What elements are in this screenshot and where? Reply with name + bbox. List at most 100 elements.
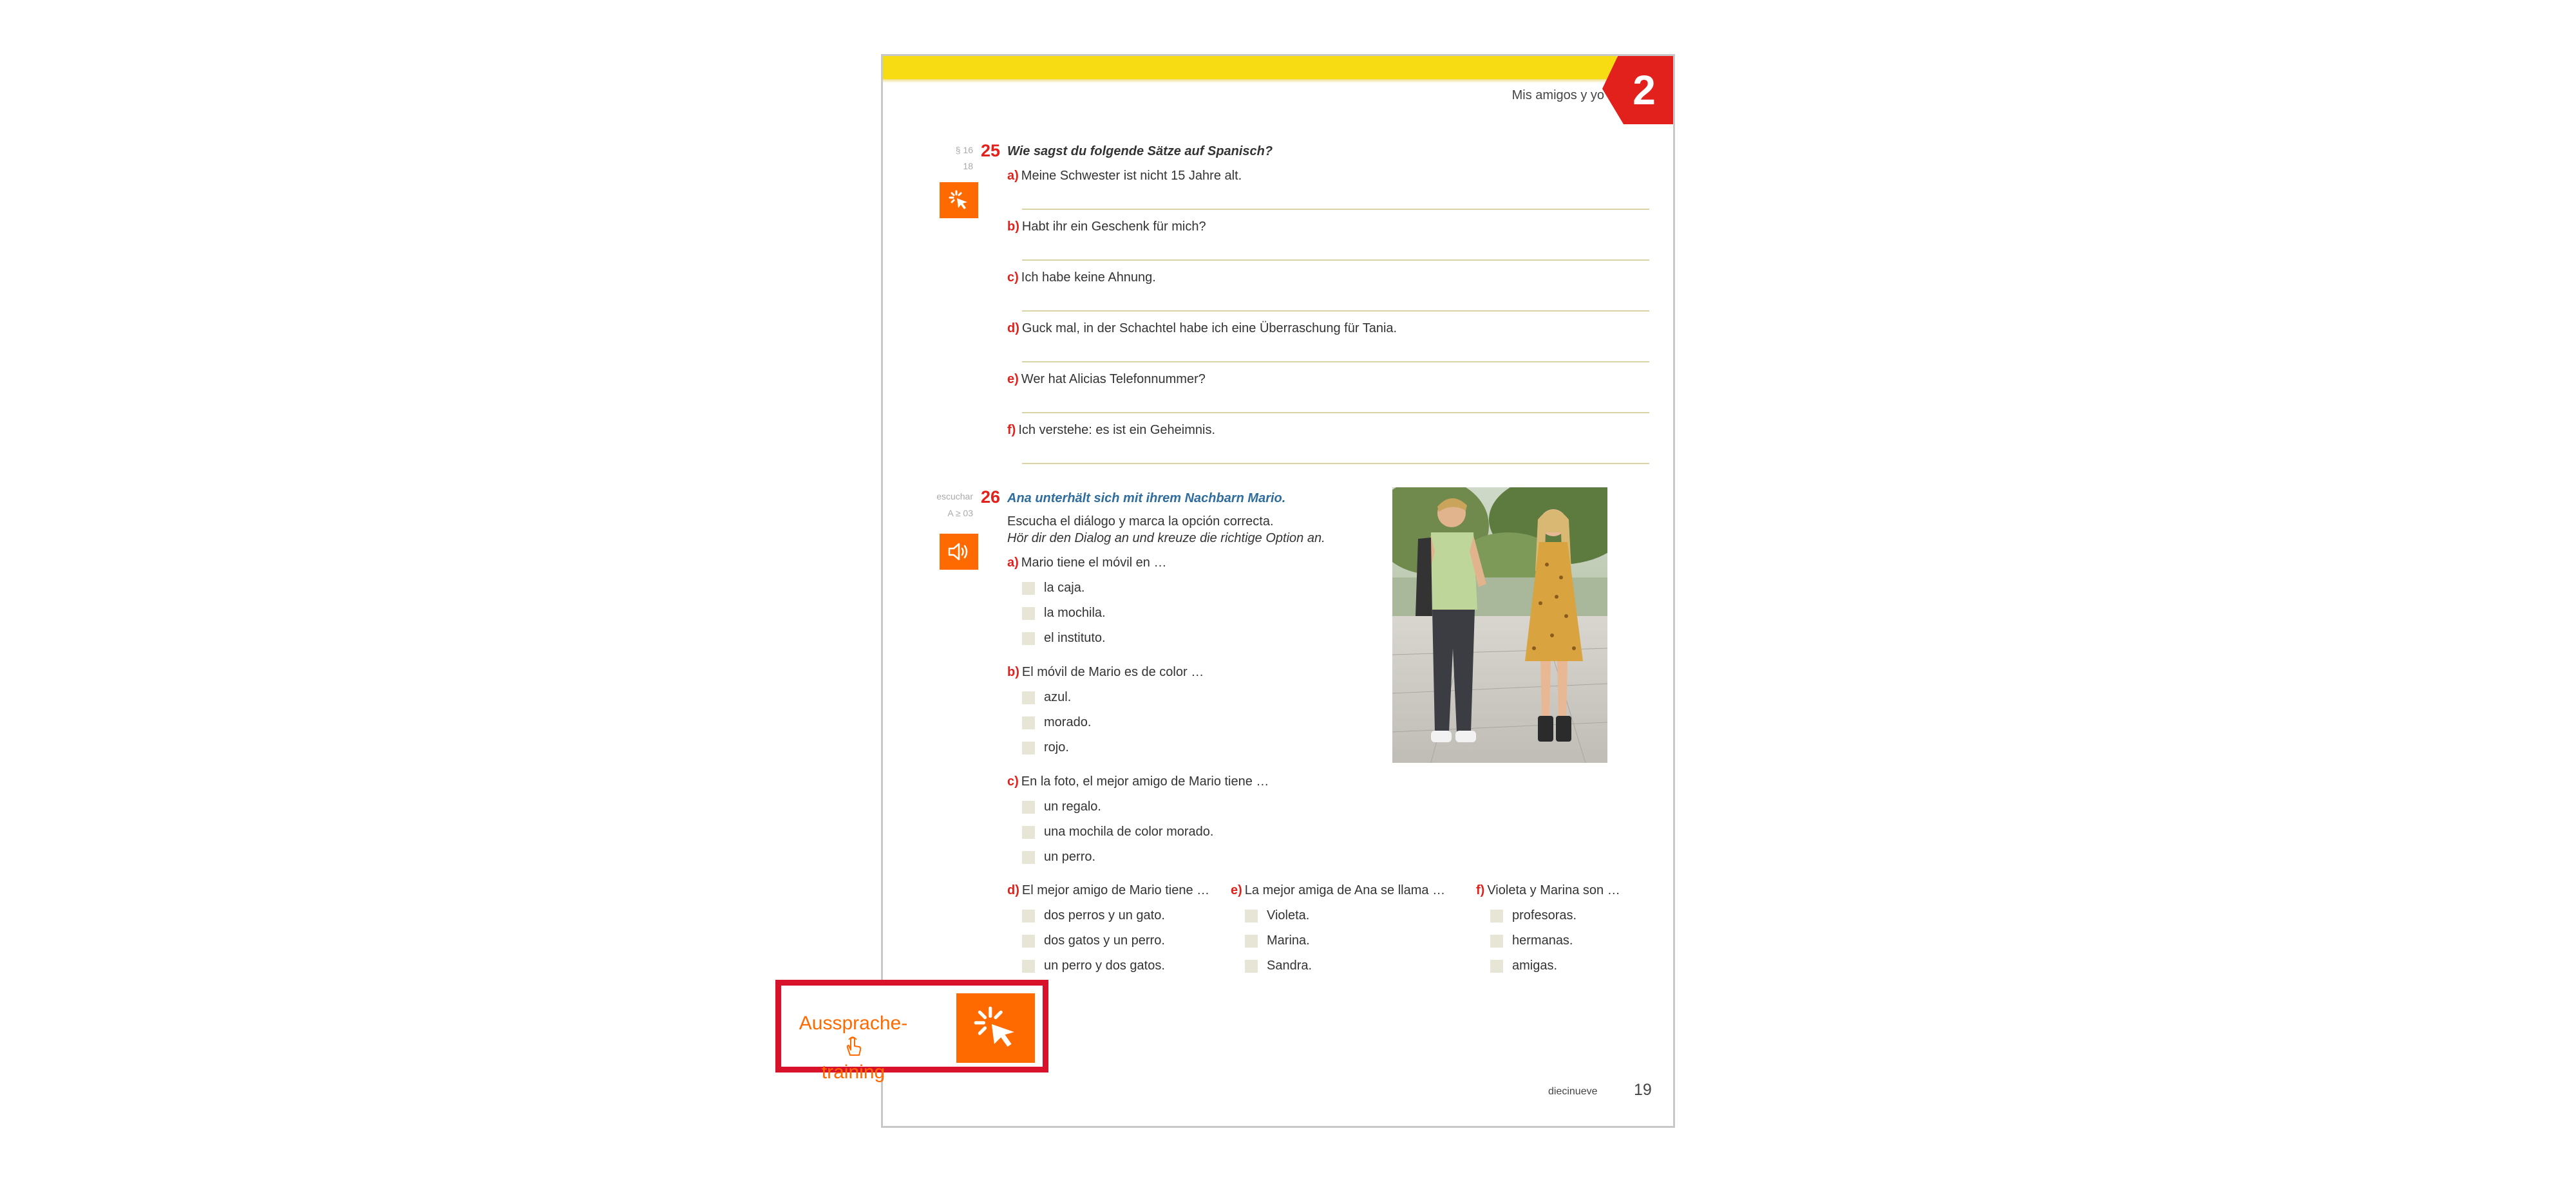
ex25-answer-line-c[interactable]	[1022, 310, 1649, 312]
item-text: Guck mal, in der Schachtel habe ich eine…	[1021, 321, 1397, 335]
ex26-option[interactable]: el instituto.	[1022, 631, 1106, 646]
ex25-answer-line-f[interactable]	[1022, 463, 1649, 464]
checkbox[interactable]	[1022, 632, 1035, 645]
item-text: Ich verstehe: es ist ein Geheimnis.	[1018, 423, 1216, 437]
ex26-question-a: a) Mario tiene el móvil en …	[1007, 556, 1166, 570]
pronunciation-label-line1: Aussprache-	[799, 1013, 908, 1034]
checkbox[interactable]	[1022, 741, 1035, 754]
ex26-option[interactable]: un regalo.	[1022, 800, 1101, 814]
checkbox[interactable]	[1022, 581, 1035, 595]
ex26-option[interactable]: profesoras.	[1490, 908, 1577, 923]
chapter-title: Mis amigos y yo	[1511, 88, 1604, 102]
ex26-option[interactable]: un perro y dos gatos.	[1022, 959, 1165, 973]
ex26-option[interactable]: un perro.	[1022, 850, 1095, 865]
ex26-option[interactable]: Violeta.	[1245, 908, 1309, 923]
ex25-answer-line-b[interactable]	[1022, 259, 1649, 261]
ex26-option[interactable]: Sandra.	[1245, 959, 1312, 973]
checkbox[interactable]	[1245, 909, 1258, 922]
checkbox[interactable]	[1022, 959, 1035, 973]
option-text: dos gatos y un perro.	[1044, 933, 1165, 948]
item-label: b)	[1007, 220, 1019, 234]
checkbox[interactable]	[1022, 691, 1035, 704]
ex26-number: 26	[981, 487, 1001, 507]
option-text: morado.	[1044, 715, 1092, 729]
question-text: La mejor amiga de Ana se llama …	[1244, 883, 1446, 897]
photo-illustration	[1392, 487, 1607, 763]
option-text: el instituto.	[1044, 631, 1106, 645]
ex25-item-f: f) Ich verstehe: es ist ein Geheimnis.	[1007, 423, 1215, 438]
item-text: Wer hat Alicias Telefonnummer?	[1021, 372, 1206, 386]
option-text: dos perros y un gato.	[1044, 908, 1165, 922]
item-label: a)	[1007, 169, 1019, 183]
item-label: f)	[1007, 423, 1016, 437]
ex25-interactive-button[interactable]	[940, 182, 978, 218]
option-text: profesoras.	[1512, 908, 1577, 922]
checkbox[interactable]	[1022, 716, 1035, 729]
checkbox[interactable]	[1245, 959, 1258, 973]
checkbox[interactable]	[1490, 959, 1503, 973]
item-label: e)	[1007, 372, 1019, 386]
ex25-grammar-ref: § 16	[955, 145, 973, 155]
pronunciation-label: Aussprache- training	[795, 1011, 911, 1085]
ex26-option[interactable]: la mochila.	[1022, 606, 1106, 621]
checkbox[interactable]	[1490, 909, 1503, 922]
pronunciation-training-widget[interactable]: Aussprache- training	[775, 980, 1048, 1083]
header-band-shadow	[883, 79, 1617, 83]
ex26-option[interactable]: morado.	[1022, 715, 1091, 730]
ex26-option[interactable]: dos gatos y un perro.	[1022, 933, 1165, 948]
click-icon	[974, 1006, 1014, 1047]
question-label: a)	[1007, 556, 1019, 570]
ex25-item-d: d) Guck mal, in der Schachtel habe ich ei…	[1007, 321, 1397, 336]
ex26-skill-label: escuchar	[936, 491, 973, 501]
option-text: amigas.	[1512, 959, 1558, 973]
item-label: c)	[1007, 270, 1019, 285]
checkbox[interactable]	[1022, 606, 1035, 620]
ex26-option[interactable]: azul.	[1022, 690, 1071, 705]
hand-tap-icon	[846, 1036, 862, 1056]
speaker-icon	[948, 543, 968, 561]
ex26-option[interactable]: una mochila de color morado.	[1022, 825, 1213, 839]
ex26-audio-button[interactable]	[940, 534, 978, 570]
ex26-question-b: b) El móvil de Mario es de color …	[1007, 665, 1204, 680]
checkbox[interactable]	[1022, 909, 1035, 922]
ex25-answer-line-a[interactable]	[1022, 209, 1649, 210]
ex26-question-c: c) En la foto, el mejor amigo de Mario ti…	[1007, 774, 1269, 789]
option-text: rojo.	[1044, 740, 1069, 754]
option-text: un perro.	[1044, 850, 1096, 864]
pronunciation-label-line2: training	[821, 1062, 886, 1083]
ex26-option[interactable]: hermanas.	[1490, 933, 1573, 948]
checkbox[interactable]	[1245, 934, 1258, 948]
ex26-instruction-es: Escucha el diálogo y marca la opción cor…	[1007, 514, 1274, 529]
ex25-number: 25	[981, 141, 1001, 160]
checkbox[interactable]	[1022, 825, 1035, 839]
ex26-instruction-de: Hör dir den Dialog an und kreuze die ric…	[1007, 531, 1325, 545]
option-text: Violeta.	[1267, 908, 1310, 922]
ex26-option[interactable]: amigas.	[1490, 959, 1557, 973]
pronunciation-button[interactable]	[956, 993, 1035, 1063]
option-text: un regalo.	[1044, 800, 1101, 814]
ex25-item-e: e) Wer hat Alicias Telefonnummer?	[1007, 372, 1206, 387]
question-label: c)	[1007, 774, 1019, 789]
ex25-answer-line-d[interactable]	[1022, 361, 1649, 362]
ex25-answer-line-e[interactable]	[1022, 412, 1649, 413]
ex26-question-f: f) Violeta y Marina son …	[1476, 883, 1620, 898]
ex26-question-e: e) La mejor amiga de Ana se llama …	[1231, 883, 1445, 898]
option-text: Marina.	[1267, 933, 1310, 948]
ex26-option[interactable]: dos perros y un gato.	[1022, 908, 1165, 923]
ex25-item-c: c) Ich habe keine Ahnung.	[1007, 270, 1156, 285]
option-text: azul.	[1044, 690, 1072, 704]
click-icon	[949, 190, 967, 209]
option-text: hermanas.	[1512, 933, 1573, 948]
ex26-option[interactable]: la caja.	[1022, 581, 1084, 595]
ex26-option[interactable]: Marina.	[1245, 933, 1310, 948]
checkbox[interactable]	[1022, 800, 1035, 814]
question-label: b)	[1007, 665, 1019, 679]
checkbox[interactable]	[1022, 934, 1035, 948]
option-text: una mochila de color morado.	[1044, 825, 1214, 839]
item-text: Habt ihr ein Geschenk für mich?	[1021, 220, 1206, 234]
ex26-track-ref: A ≥ 03	[947, 508, 973, 518]
checkbox[interactable]	[1022, 850, 1035, 864]
checkbox[interactable]	[1490, 934, 1503, 948]
ex25-page-ref: 18	[963, 161, 973, 171]
ex26-option[interactable]: rojo.	[1022, 740, 1069, 755]
